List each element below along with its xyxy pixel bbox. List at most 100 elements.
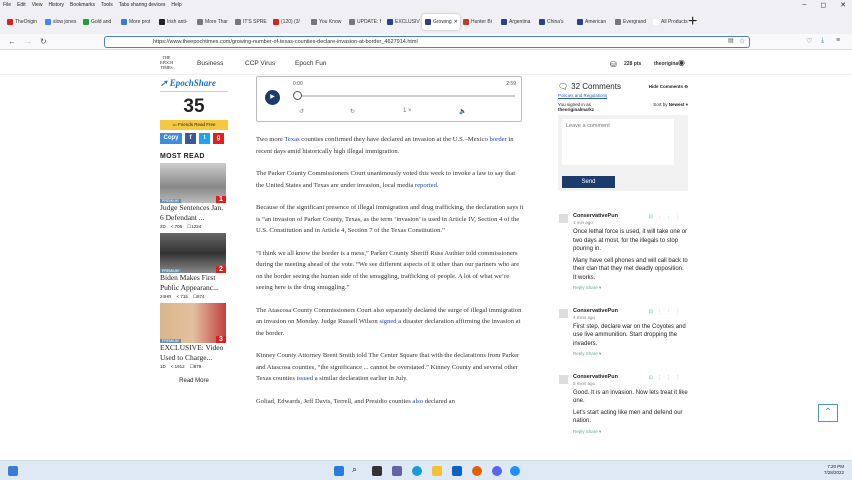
copy-button[interactable]: Copy	[160, 133, 182, 144]
reload-icon[interactable]: ↻	[40, 37, 47, 46]
browser-tab[interactable]: Growing ✕	[422, 14, 460, 30]
widgets-icon[interactable]	[372, 466, 382, 476]
browser-tab[interactable]: You Know	[308, 14, 346, 30]
browser-tab[interactable]: Gold and	[80, 14, 118, 30]
article-link[interactable]: Texas	[284, 136, 299, 143]
most-read-title[interactable]: EXCLUSIVE: Video Used to Charge...	[160, 343, 228, 363]
menu-item[interactable]: Tabs sharing devices	[119, 2, 166, 8]
reply-button[interactable]: Reply	[573, 429, 585, 434]
reply-button[interactable]: Reply	[573, 285, 585, 290]
facebook-icon[interactable]: f	[185, 133, 196, 144]
edge-icon[interactable]	[412, 466, 422, 476]
maximize-button[interactable]: ◻	[820, 1, 826, 9]
scroll-to-top-button[interactable]: ⌃	[818, 404, 838, 422]
article-link[interactable]: also	[412, 398, 423, 405]
menu-item[interactable]: View	[32, 2, 43, 8]
menu-item[interactable]: Edit	[17, 2, 26, 8]
browser-tab[interactable]: All Products	[650, 14, 688, 30]
nav-business[interactable]: Business	[197, 60, 223, 67]
browser-tab[interactable]: IT'S SPRE	[232, 14, 270, 30]
play-button[interactable]: ▶	[265, 90, 280, 105]
sort-dropdown[interactable]: Sort by Newest ▾	[653, 102, 688, 112]
browser-tab[interactable]: China's	[536, 14, 574, 30]
forward-skip-icon[interactable]: ↻	[350, 108, 355, 115]
send-button[interactable]: Send	[562, 176, 615, 188]
policies-link[interactable]: Policies and Regulations	[558, 93, 688, 98]
menu-item[interactable]: File	[3, 2, 11, 8]
menu-item[interactable]: Help	[171, 2, 181, 8]
browser-tab[interactable]: Irish anti-	[156, 14, 194, 30]
user-icon[interactable]: ◉	[678, 58, 685, 67]
comment-input[interactable]	[562, 119, 674, 165]
avatar[interactable]	[559, 308, 568, 318]
menu-item[interactable]: Tools	[101, 2, 113, 8]
reply-button[interactable]: Reply	[573, 351, 585, 356]
back-icon[interactable]: ←	[8, 37, 16, 46]
browser-tab[interactable]: UPDATE: f	[346, 14, 384, 30]
volume-icon[interactable]: 🔈	[459, 108, 466, 115]
browser-tab[interactable]: More prot	[118, 14, 156, 30]
audio-progress-knob[interactable]	[293, 91, 302, 100]
browser-tab[interactable]: Evergrand	[612, 14, 650, 30]
username[interactable]: theorigina	[654, 61, 678, 67]
teams-icon[interactable]	[392, 466, 402, 476]
task-view-icon[interactable]	[8, 466, 18, 476]
search-icon[interactable]: ⌕	[352, 464, 362, 474]
rewind-icon[interactable]: ↺	[299, 108, 304, 115]
article-link[interactable]: issued	[297, 375, 313, 382]
firefox-icon[interactable]	[472, 466, 482, 476]
discord-icon[interactable]	[492, 466, 502, 476]
address-bar[interactable]: https://www.theepochtimes.com/growing-nu…	[104, 36, 750, 48]
epoch-times-logo[interactable]: THE EPOCH TIMES	[160, 55, 173, 70]
avatar[interactable]	[559, 214, 568, 223]
comment-actions-icons[interactable]: ⊡⋮⋮⋮	[649, 213, 684, 222]
skype-icon[interactable]	[510, 466, 520, 476]
download-icon[interactable]: ⤓	[821, 37, 824, 45]
friends-read-free-button[interactable]: ▭ Friends Read Free	[160, 120, 228, 130]
most-read-item[interactable]: PREMIUM 1 Judge Sentences Jan. 6 Defendant…	[160, 163, 228, 230]
share-button[interactable]: Share	[586, 351, 598, 356]
forward-icon[interactable]: →	[24, 37, 32, 46]
browser-tab[interactable]: EXCLUSIV	[384, 14, 422, 30]
share-button[interactable]: Share	[586, 429, 598, 434]
gettr-icon[interactable]: g	[213, 133, 224, 144]
browser-tab[interactable]: (120) (3/	[270, 14, 308, 30]
tab-close-icon[interactable]: ✕	[454, 19, 458, 25]
audio-progress-track[interactable]	[297, 95, 515, 97]
most-read-title[interactable]: Judge Sentences Jan. 6 Defendant ...	[160, 203, 228, 223]
most-read-item[interactable]: PREMIUM 2 Biden Makes First Public Appeara…	[160, 233, 228, 300]
bookmark-star-icon[interactable]: ☆	[739, 37, 745, 45]
nav-epoch-fun[interactable]: Epoch Fun	[295, 60, 326, 67]
browser-tab[interactable]: American	[574, 14, 612, 30]
nav-ccp-virus[interactable]: CCP Virus	[245, 60, 275, 67]
menu-item[interactable]: Bookmarks	[70, 2, 95, 8]
article-link[interactable]: reported	[415, 182, 437, 189]
file-explorer-icon[interactable]	[432, 466, 442, 476]
article-link[interactable]: border	[490, 136, 507, 143]
start-icon[interactable]	[334, 466, 344, 476]
new-tab-button[interactable]: +	[688, 13, 697, 31]
comment-actions-icons[interactable]: ⊡⋮⋮⋮	[649, 308, 684, 317]
reader-icon[interactable]: ▤	[728, 37, 734, 44]
browser-tab[interactable]: More Thar	[194, 14, 232, 30]
article-thumbnail[interactable]: PREMIUM 3	[160, 303, 226, 343]
close-button[interactable]: ✕	[840, 1, 846, 9]
article-thumbnail[interactable]: PREMIUM 2	[160, 233, 226, 273]
points[interactable]: 228 pts	[624, 61, 641, 67]
article-thumbnail[interactable]: PREMIUM 1	[160, 163, 226, 203]
most-read-item[interactable]: PREMIUM 3 EXCLUSIVE: Video Used to Charge.…	[160, 303, 228, 370]
mail-icon[interactable]	[452, 466, 462, 476]
avatar[interactable]	[559, 374, 568, 384]
pocket-icon[interactable]: ♡	[806, 37, 812, 45]
read-more-link[interactable]: Read More	[160, 378, 228, 384]
menu-item[interactable]: History	[48, 2, 64, 8]
twitter-icon[interactable]: t	[199, 133, 210, 144]
most-read-title[interactable]: Biden Makes First Public Appearanc...	[160, 273, 228, 293]
article-link[interactable]: signed	[379, 318, 396, 325]
menu-icon[interactable]: ≡	[836, 37, 840, 44]
browser-tab[interactable]: TheOrigin	[4, 14, 42, 30]
minimize-button[interactable]: –	[802, 1, 806, 9]
speed-button[interactable]: 1 ×	[403, 108, 412, 114]
share-button[interactable]: Share	[586, 285, 598, 290]
browser-tab[interactable]: slow jones	[42, 14, 80, 30]
